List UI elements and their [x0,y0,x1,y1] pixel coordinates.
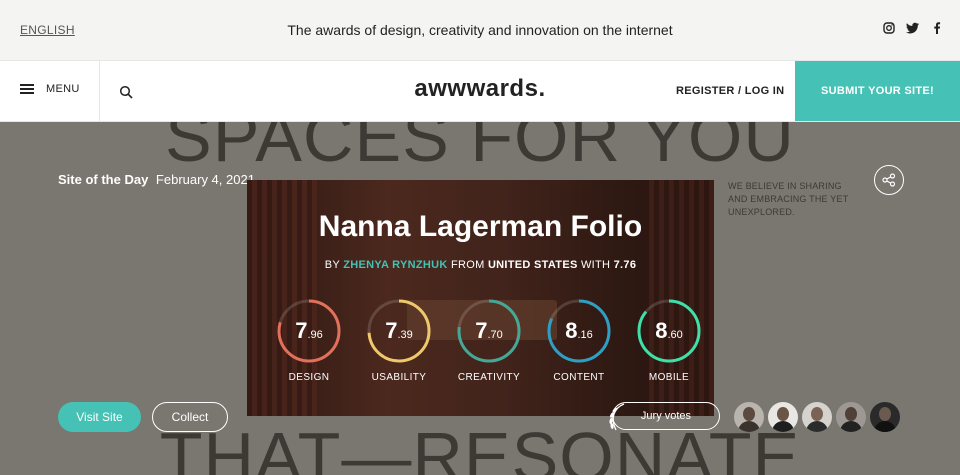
score-content: 8.16 CONTENT [544,298,614,383]
visit-site-button[interactable]: Visit Site [58,402,141,432]
score-integer: 7 [385,318,398,343]
top-bar: ENGLISH The awards of design, creativity… [0,0,960,60]
facebook-icon[interactable] [930,21,944,35]
country: UNITED STATES [487,259,578,271]
avatar[interactable] [802,402,832,432]
score-design: 7.96 DESIGN [274,298,344,383]
score-decimal: .60 [667,329,683,341]
site-byline: BY ZHENYA RYNZHUK FROM UNITED STATES WIT… [247,259,714,271]
share-icon [882,173,896,187]
hero-bg-text-top: SPACES FOR YOU [165,122,795,176]
score-ring: 8.16 [546,298,612,364]
register-login-link[interactable]: REGISTER / LOG IN [676,85,784,97]
main-nav: MENU awwwards. REGISTER / LOG IN SUBMIT … [0,60,960,122]
tagline: The awards of design, creativity and inn… [287,22,673,38]
score-decimal: .16 [577,329,593,341]
score-decimal: .39 [397,329,413,341]
score-list: 7.96 DESIGN 7.39 USABILITY 7 .70 CREATIV… [274,298,704,383]
belief-text: WE BELIEVE IN SHARING AND EMBRACING THE … [728,181,849,217]
score-mobile: 8.60 MOBILE [634,298,704,383]
submit-site-button[interactable]: SUBMIT YOUR SITE! [795,61,960,121]
score-label: CONTENT [553,372,605,383]
score-decimal: .96 [307,329,323,341]
score-ring: 7.96 [276,298,342,364]
award-label: Site of the Day [58,172,149,187]
score-label: CREATIVITY [457,372,521,383]
social-links [882,21,944,35]
score-integer: 7 [295,318,308,343]
jury-avatars [734,402,900,432]
collect-button[interactable]: Collect [152,402,228,432]
from-label: FROM [450,259,485,271]
score-label: DESIGN [288,372,330,383]
score-creativity: 7.70 CREATIVITY [454,298,524,383]
jury-votes-button[interactable]: Jury votes [612,402,720,430]
author-link[interactable]: ZHENYA RYNZHUK [343,259,447,271]
score-label: MOBILE [648,372,690,383]
instagram-icon[interactable] [882,21,896,35]
hero-section: SPACES FOR YOU THAT—RESONATE Site of the… [0,122,960,475]
avatar[interactable] [870,402,900,432]
share-button[interactable] [874,165,904,195]
overall-score: 7.76 [613,259,637,271]
score-label: USABILITY [371,372,427,383]
site-title: Nanna Lagerman Folio [318,210,643,243]
score-ring: 8.60 [636,298,702,364]
score-decimal: .70 [487,329,503,341]
score-ring: 7.39 [366,298,432,364]
site-card[interactable]: Nanna Lagerman Folio BY ZHENYA RYNZHUK F… [247,180,714,416]
avatar[interactable] [836,402,866,432]
by-prefix: BY [324,259,340,271]
score-usability: 7.39 USABILITY [364,298,434,383]
score-integer: 8 [565,318,578,343]
score-ring: 7.70 [456,298,522,364]
score-integer: 7 [475,318,488,343]
score-integer: 8 [655,318,668,343]
avatar[interactable] [768,402,798,432]
avatar[interactable] [734,402,764,432]
with-label: WITH [580,259,611,271]
twitter-icon[interactable] [906,21,920,35]
award-date: February 4, 2021 [155,172,255,187]
site-of-the-day-label: Site of the Day February 4, 2021 [58,172,255,187]
